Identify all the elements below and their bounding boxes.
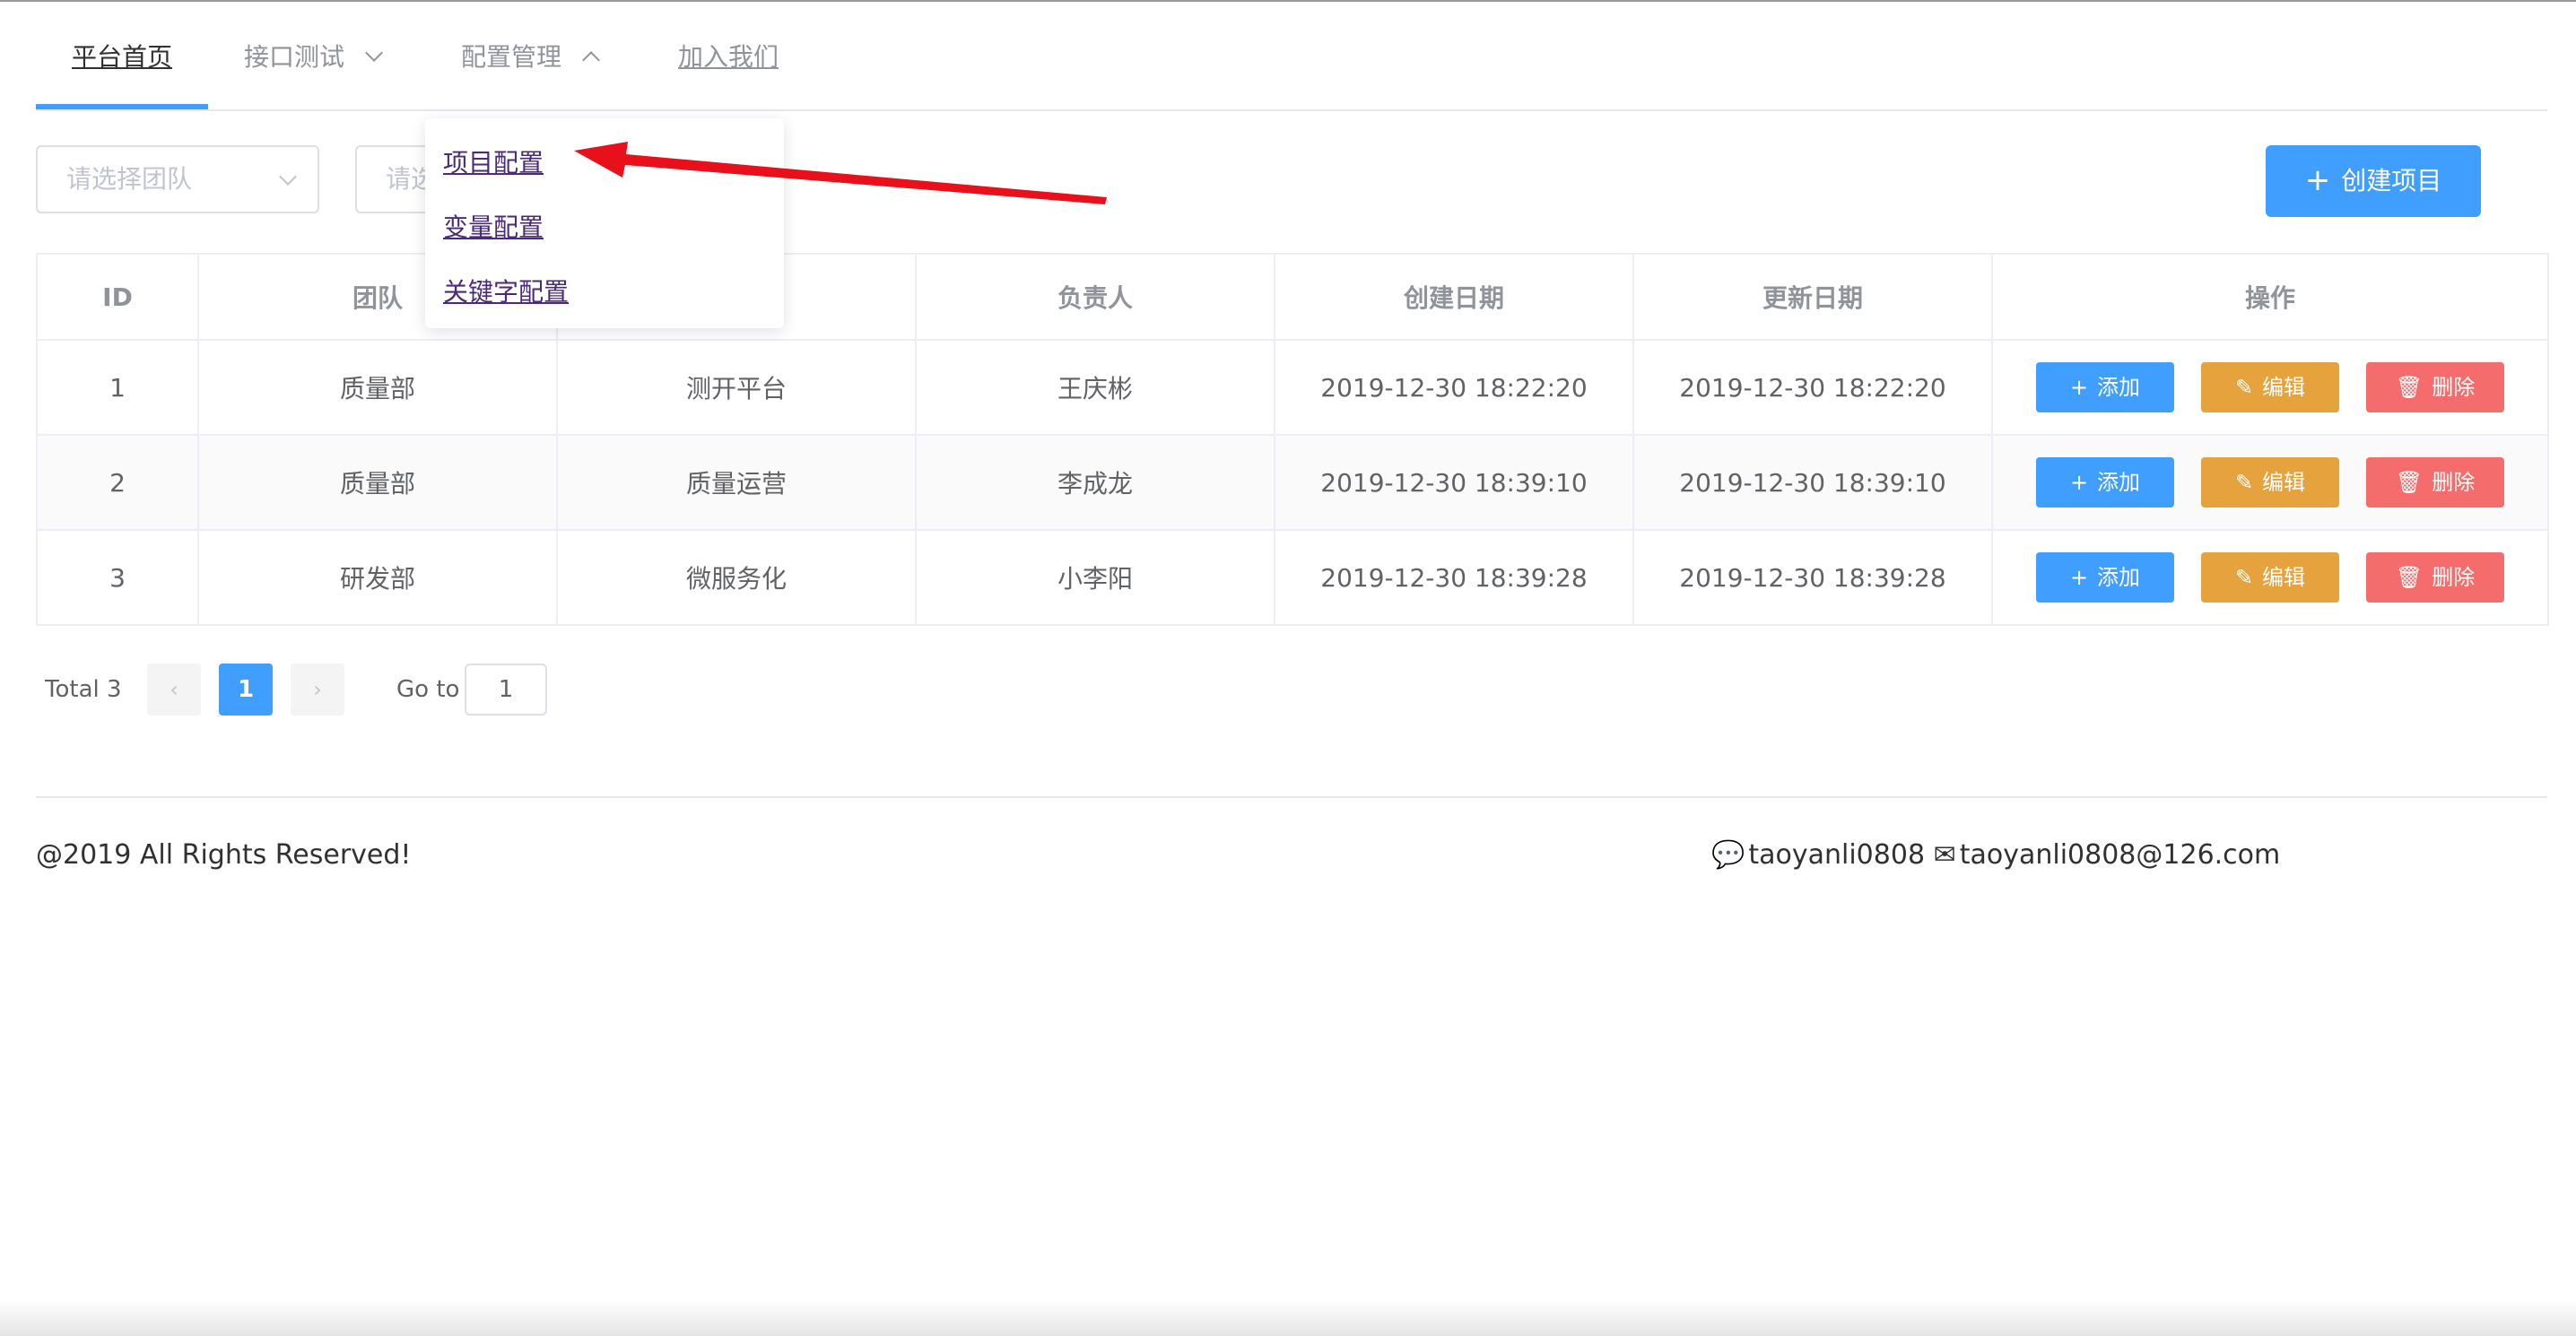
edit-icon: ✎ [2234,565,2254,590]
cell-project: 微服务化 [556,529,917,626]
chat-icon: 💬 [1711,839,1745,871]
cell-owner: 小李阳 [915,529,1275,626]
delete-label: 删除 [2432,375,2476,400]
header-id: ID [36,253,199,341]
project-table: ID 团队 负责人 创建日期 更新日期 操作 1 质量部 测开平台 王庆彬 20… [36,253,2549,626]
chevron-left-icon: ‹ [170,677,178,702]
pagination-total: Total 3 [45,676,122,703]
email-address[interactable]: taoyanli0808@126.com [1960,839,2281,871]
team-select[interactable]: 请选择团队 [36,145,319,213]
plus-icon: + [2069,470,2089,495]
nav-item-api-test[interactable]: 接口测试 [244,32,383,82]
trash-icon: 🗑 [2395,565,2424,590]
cell-updated: 2019-12-30 18:39:28 [1632,529,1993,626]
plus-icon: + [2304,162,2331,198]
wechat-id: taoyanli0808 [1748,839,1926,871]
bottom-shadow [0,1300,2576,1336]
cell-id: 1 [36,339,199,436]
edit-button[interactable]: ✎ 编辑 [2201,552,2339,603]
chevron-up-icon [582,51,600,69]
nav-item-home[interactable]: 平台首页 [72,32,172,82]
trash-icon: 🗑 [2395,470,2424,495]
cell-created: 2019-12-30 18:22:20 [1274,339,1634,436]
create-project-label: 创建项目 [2341,166,2442,195]
cell-actions: + 添加 ✎ 编辑 🗑 删除 [1991,434,2549,531]
footer-divider [36,796,2547,798]
menu-item-variable-config[interactable]: 变量配置 [443,208,544,244]
menu-item-keyword-config[interactable]: 关键字配置 [443,273,569,308]
team-select-placeholder: 请选择团队 [66,164,193,194]
nav-active-indicator [36,104,208,109]
page-number-current[interactable]: 1 [219,664,273,716]
chevron-down-icon [279,168,297,186]
nav-item-label: 加入我们 [678,42,779,72]
nav-item-config[interactable]: 配置管理 [461,32,600,82]
add-label: 添加 [2097,375,2141,400]
nav-item-label: 平台首页 [72,42,173,72]
goto-label: Go to [396,676,460,703]
header-owner: 负责人 [915,253,1275,341]
cell-created: 2019-12-30 18:39:10 [1274,434,1634,531]
delete-button[interactable]: 🗑 删除 [2366,552,2504,603]
add-button[interactable]: + 添加 [2036,552,2174,603]
prev-page-button[interactable]: ‹ [147,664,201,716]
cell-actions: + 添加 ✎ 编辑 🗑 删除 [1991,339,2549,436]
trash-icon: 🗑 [2395,375,2424,400]
cell-id: 2 [36,434,199,531]
edit-button[interactable]: ✎ 编辑 [2201,362,2339,412]
header-actions: 操作 [1991,253,2549,341]
cell-project: 测开平台 [556,339,917,436]
cell-id: 3 [36,529,199,626]
table-header-row: ID 团队 负责人 创建日期 更新日期 操作 [36,253,2549,341]
delete-button[interactable]: 🗑 删除 [2366,362,2504,412]
copyright-text: @2019 All Rights Reserved! [36,839,412,871]
header-created: 创建日期 [1274,253,1634,341]
mail-icon: ✉ [1933,839,1956,871]
edit-label: 编辑 [2262,375,2306,400]
edit-icon: ✎ [2234,375,2254,400]
next-page-button[interactable]: › [291,664,344,716]
edit-icon: ✎ [2234,470,2254,495]
cell-team: 质量部 [197,339,558,436]
cell-updated: 2019-12-30 18:22:20 [1632,339,1993,436]
chevron-right-icon: › [313,677,322,702]
delete-label: 删除 [2432,565,2476,590]
add-label: 添加 [2097,470,2141,495]
nav-item-label: 接口测试 [244,42,345,72]
chevron-down-icon [365,44,383,62]
cell-team: 研发部 [197,529,558,626]
add-label: 添加 [2097,565,2141,590]
goto-page-input[interactable] [465,664,547,716]
cell-created: 2019-12-30 18:39:28 [1274,529,1634,626]
nav-item-label: 配置管理 [461,42,562,72]
add-button[interactable]: + 添加 [2036,457,2174,508]
table-row: 1 质量部 测开平台 王庆彬 2019-12-30 18:22:20 2019-… [36,339,2549,436]
delete-label: 删除 [2432,470,2476,495]
edit-label: 编辑 [2262,565,2306,590]
create-project-button[interactable]: + 创建项目 [2266,145,2481,217]
cell-owner: 李成龙 [915,434,1275,531]
edit-button[interactable]: ✎ 编辑 [2201,457,2339,508]
top-nav: 平台首页 接口测试 配置管理 加入我们 [36,0,2547,111]
edit-label: 编辑 [2262,470,2306,495]
plus-icon: + [2069,375,2089,400]
contact-info: 💬 taoyanli0808 ✉ taoyanli0808@126.com [1711,839,2280,871]
cell-updated: 2019-12-30 18:39:10 [1632,434,1993,531]
cell-actions: + 添加 ✎ 编辑 🗑 删除 [1991,529,2549,626]
delete-button[interactable]: 🗑 删除 [2366,457,2504,508]
nav-item-join-us[interactable]: 加入我们 [678,32,779,82]
cell-team: 质量部 [197,434,558,531]
menu-item-project-config[interactable]: 项目配置 [443,143,544,179]
config-dropdown-menu: 项目配置 变量配置 关键字配置 [425,118,784,328]
header-updated: 更新日期 [1632,253,1993,341]
cell-project: 质量运营 [556,434,917,531]
table-row: 3 研发部 微服务化 小李阳 2019-12-30 18:39:28 2019-… [36,529,2549,626]
table-row: 2 质量部 质量运营 李成龙 2019-12-30 18:39:10 2019-… [36,434,2549,531]
plus-icon: + [2069,565,2089,590]
cell-owner: 王庆彬 [915,339,1275,436]
add-button[interactable]: + 添加 [2036,362,2174,412]
